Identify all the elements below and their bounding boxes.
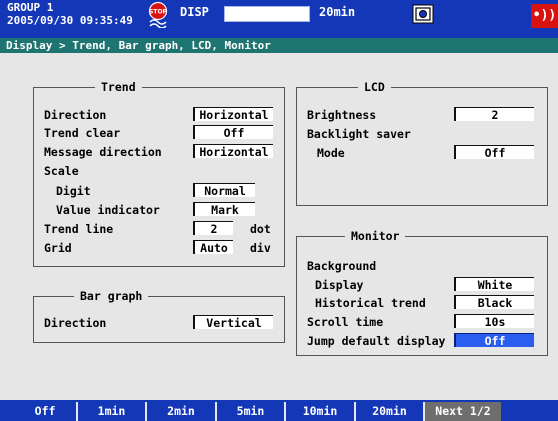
trend-title: Trend	[95, 80, 142, 94]
trend-line-label: Trend line	[44, 222, 114, 236]
svg-text:STOP: STOP	[149, 9, 168, 16]
disp-label: DISP	[180, 5, 209, 19]
grid-field[interactable]: Auto	[193, 240, 233, 255]
mode-field[interactable]: Off	[454, 145, 534, 160]
trend-clear-label: Trend clear	[44, 126, 121, 140]
bar-graph-direction-field[interactable]: Vertical	[193, 315, 273, 330]
message-direction-label: Message direction	[44, 145, 162, 159]
display-field[interactable]: White	[454, 277, 534, 292]
display-status-bar	[224, 6, 310, 22]
datetime: 2005/09/30 09:35:49	[7, 14, 133, 27]
softkey-off[interactable]: Off	[14, 402, 78, 421]
breadcrumb-text: Display > Trend, Bar graph, LCD, Monitor	[6, 39, 271, 52]
bar-graph-direction-label: Direction	[44, 316, 107, 330]
message-direction-field[interactable]: Horizontal	[193, 144, 273, 159]
scroll-time-field[interactable]: 10s	[454, 314, 534, 329]
trend-direction-field[interactable]: Horizontal	[193, 107, 273, 122]
jump-default-field[interactable]: Off	[454, 333, 534, 348]
brightness-field[interactable]: 2	[454, 107, 534, 122]
monitor-title: Monitor	[345, 229, 406, 243]
scale-label: Scale	[44, 164, 79, 178]
background-label: Background	[307, 259, 377, 273]
softkey-next-page[interactable]: Next 1/2	[425, 402, 501, 421]
softkey-1min[interactable]: 1min	[78, 402, 147, 421]
mode-label: Mode	[317, 146, 345, 160]
stop-icon: STOP	[147, 1, 169, 29]
jump-default-label: Jump default display	[307, 334, 446, 348]
breadcrumb: Display > Trend, Bar graph, LCD, Monitor	[0, 38, 558, 53]
backlight-saver-label: Backlight saver	[307, 127, 411, 141]
group-name: GROUP 1	[7, 1, 54, 14]
value-indicator-label: Value indicator	[56, 203, 160, 217]
grid-unit: div	[250, 241, 271, 255]
softkey-10min[interactable]: 10min	[286, 402, 356, 421]
display-time-scale: 20min	[319, 5, 356, 19]
alarm-icon: •))	[531, 4, 558, 28]
historical-trend-field[interactable]: Black	[454, 295, 534, 310]
value-indicator-field[interactable]: Mark	[193, 202, 255, 217]
digit-field[interactable]: Normal	[193, 183, 255, 198]
lcd-title: LCD	[358, 80, 391, 94]
grid-label: Grid	[44, 241, 72, 255]
softkey-20min[interactable]: 20min	[356, 402, 425, 421]
softkey-5min[interactable]: 5min	[217, 402, 286, 421]
brightness-label: Brightness	[307, 108, 377, 122]
scroll-time-label: Scroll time	[307, 315, 384, 329]
digit-label: Digit	[56, 184, 91, 198]
display-label: Display	[315, 278, 364, 292]
trend-direction-label: Direction	[44, 108, 107, 122]
bar-graph-title: Bar graph	[74, 289, 149, 303]
memory-card-icon	[412, 4, 434, 24]
trend-clear-field[interactable]: Off	[193, 125, 273, 140]
historical-trend-label: Historical trend	[315, 296, 426, 310]
trend-line-unit: dot	[250, 222, 271, 236]
trend-line-field[interactable]: 2	[193, 221, 233, 236]
softkey-2min[interactable]: 2min	[147, 402, 217, 421]
